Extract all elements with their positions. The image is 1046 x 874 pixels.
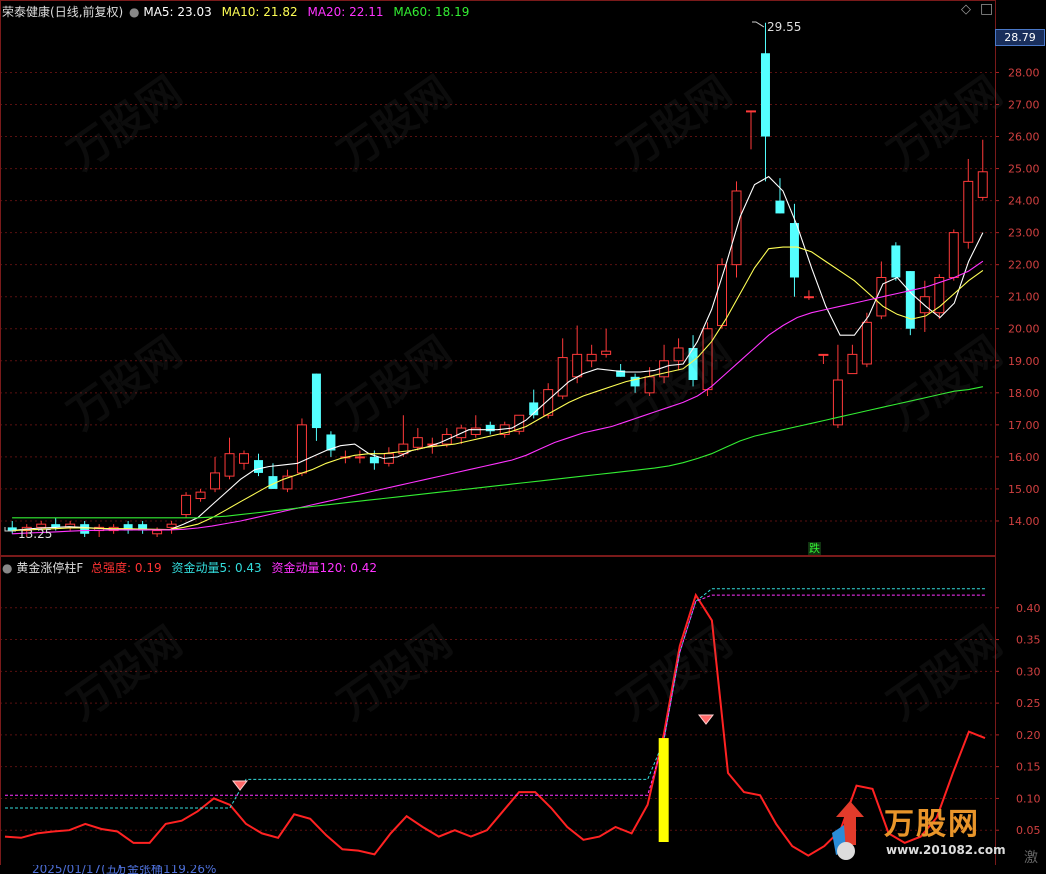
sub-panel-header: ● 黄金涨停柱F 总强度: 0.19 资金动量5: 0.43 资金动量120: … <box>2 559 377 576</box>
axis-tick-label: 27.00 <box>1008 98 1040 111</box>
candle-body <box>311 373 321 429</box>
current-price-tag: 28.79 <box>995 29 1045 46</box>
ma60-label: MA60: 18.19 <box>393 5 470 19</box>
period-label: (日线,前复权) <box>50 5 124 19</box>
axis-tick-label: 25.00 <box>1008 163 1040 176</box>
candle-body <box>296 424 307 474</box>
limit-up-bar <box>658 738 669 842</box>
axis-tick-label: 15.00 <box>1008 483 1040 496</box>
axis-tick-label: 0.40 <box>1016 602 1041 615</box>
corner-watermark: 万股网 www.201082.com 激 <box>828 795 1046 866</box>
event-marker[interactable]: 跌 <box>808 542 821 555</box>
ma5-label: MA5: 23.03 <box>143 5 212 19</box>
candle-body <box>789 223 799 278</box>
candle-body <box>181 494 192 516</box>
candle-body <box>717 264 728 327</box>
axis-tick-label: 14.00 <box>1008 515 1040 528</box>
bottom-status-bar: 2025/01/17(五) 万金张桶119.26% <box>0 865 1046 874</box>
corner-extra: 激 <box>1024 850 1038 866</box>
gem-marker-icon <box>697 714 715 725</box>
candle-body <box>905 271 915 329</box>
axis-tick-label: 24.00 <box>1008 195 1040 208</box>
axis-tick-label: 0.20 <box>1016 729 1041 742</box>
total-strength-label: 总强度: 0.19 <box>91 561 162 575</box>
candle-body <box>224 453 235 477</box>
corner-brand: 万股网 <box>884 807 980 842</box>
candle-body <box>861 321 872 365</box>
candle-body <box>166 523 177 528</box>
candle-body <box>586 353 597 362</box>
candle-body <box>195 491 206 500</box>
candle-body <box>847 353 858 375</box>
candle-body <box>470 427 481 435</box>
arrow-logo-icon <box>832 801 864 860</box>
candle-body <box>803 296 814 299</box>
candle-body <box>601 350 612 355</box>
axis-tick-label: 0.25 <box>1016 697 1041 710</box>
axis-tick-label: 21.00 <box>1008 291 1040 304</box>
corner-url: www.201082.com <box>886 843 1006 857</box>
candle-body <box>760 53 770 137</box>
candle-body <box>746 110 756 113</box>
axis-tick-label: 0.35 <box>1016 634 1041 647</box>
axis-tick-label: 18.00 <box>1008 387 1040 400</box>
candle-body <box>412 437 423 448</box>
bottom-info: 万金张桶119.26% <box>115 865 217 874</box>
candle-body <box>977 171 988 198</box>
high-price-label: 29.55 <box>767 20 802 34</box>
stock-name[interactable]: 荣泰健康 <box>2 5 50 19</box>
candle-body <box>152 530 163 535</box>
fund-momentum120-label: 资金动量120: 0.42 <box>271 561 377 575</box>
ma20-label: MA20: 22.11 <box>307 5 384 19</box>
candle-body <box>572 353 583 378</box>
high-pointer <box>752 21 765 28</box>
settings-circle-icon[interactable]: ● <box>129 5 139 19</box>
axis-tick-label: 19.00 <box>1008 355 1040 368</box>
gem-marker-icon <box>231 780 249 791</box>
axis-tick-label: 22.00 <box>1008 259 1040 272</box>
axis-tick-label: 23.00 <box>1008 227 1040 240</box>
candle-body <box>891 245 901 278</box>
main-price-axis: 14.00 15.00 16.00 17.00 18.00 19.00 20.00 21.00… <box>995 66 1040 528</box>
candle-body <box>818 353 829 356</box>
axis-tick-label: 17.00 <box>1008 419 1040 432</box>
low-price-label: 13.25 <box>18 527 53 541</box>
candle-body <box>210 472 221 490</box>
axis-tick-label: 20.00 <box>1008 323 1040 336</box>
maximize-icon[interactable]: □ <box>980 1 993 17</box>
candle-body <box>254 460 263 473</box>
axis-tick-label: 28.00 <box>1008 66 1040 79</box>
axis-tick-label: 0.15 <box>1016 761 1041 774</box>
candle-body <box>80 524 90 534</box>
axis-tick-label: 16.00 <box>1008 451 1040 464</box>
indicator-name[interactable]: 黄金涨停柱F <box>16 561 83 575</box>
fund-momentum5-label: 资金动量5: 0.43 <box>171 561 262 575</box>
diamond-icon[interactable]: ◇ <box>961 2 971 17</box>
candle-body <box>354 456 365 459</box>
main-panel-grid <box>0 71 995 522</box>
candle-body <box>948 232 959 278</box>
candle-body <box>775 200 785 214</box>
axis-tick-label: 0.30 <box>1016 665 1041 678</box>
bottom-date: 2025/01/17(五) <box>32 865 123 874</box>
axis-tick-label: 26.00 <box>1008 131 1040 144</box>
candle-body <box>369 456 379 464</box>
settings-circle-icon[interactable]: ● <box>2 561 12 575</box>
candle-body <box>485 424 495 432</box>
ma10-label: MA10: 21.82 <box>221 5 298 19</box>
candle-body <box>239 453 249 464</box>
main-panel-header: 荣泰健康(日线,前复权) ● MA5: 23.03 MA10: 21.82 MA… <box>2 3 469 20</box>
candle-body <box>963 180 974 243</box>
